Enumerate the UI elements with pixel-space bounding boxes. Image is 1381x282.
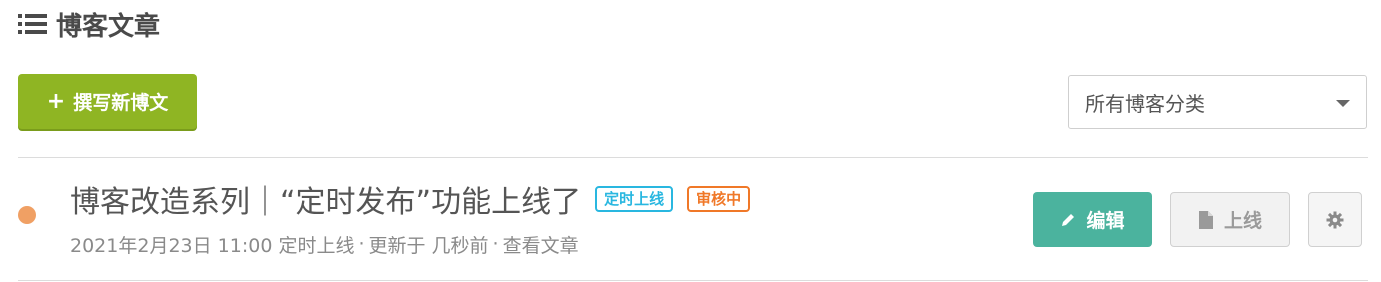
list-icon [18,14,47,34]
new-post-button[interactable]: + 撰写新博文 [18,74,197,129]
gear-icon [1326,211,1344,228]
edit-label: 编辑 [1086,210,1125,232]
plus-icon: + [46,89,66,114]
category-filter-select[interactable]: 所有博客分类 [1068,75,1367,129]
pencil-icon [1062,213,1075,226]
publish-button[interactable]: 上线 [1170,192,1290,247]
settings-button[interactable] [1308,192,1362,247]
divider [18,157,1368,158]
post-title-row: 博客改造系列｜“定时发布”功能上线了 定时上线 审核中 [70,177,751,221]
new-post-label: 撰写新博文 [73,92,169,114]
divider [18,280,1368,281]
post-status-dot [18,206,36,224]
scheduled-badge: 定时上线 [595,186,674,212]
document-icon [1198,210,1213,229]
caret-down-icon [1336,100,1350,107]
post-updated-time: 更新于 几秒前 [368,234,489,257]
publish-label: 上线 [1223,210,1262,232]
meta-separator: · [492,233,499,255]
page-header: 博客文章 [18,6,160,42]
post-scheduled-time: 2021年2月23日 11:00 定时上线 [70,234,355,257]
category-filter-value: 所有博客分类 [1085,91,1205,116]
page-title: 博客文章 [56,11,161,42]
post-meta: 2021年2月23日 11:00 定时上线 · 更新于 几秒前 · 查看文章 [70,230,579,258]
edit-button[interactable]: 编辑 [1033,192,1152,247]
view-post-link[interactable]: 查看文章 [503,231,579,258]
review-badge: 审核中 [687,186,751,212]
post-title[interactable]: 博客改造系列｜“定时发布”功能上线了 [70,177,581,221]
meta-separator: · [358,233,365,255]
